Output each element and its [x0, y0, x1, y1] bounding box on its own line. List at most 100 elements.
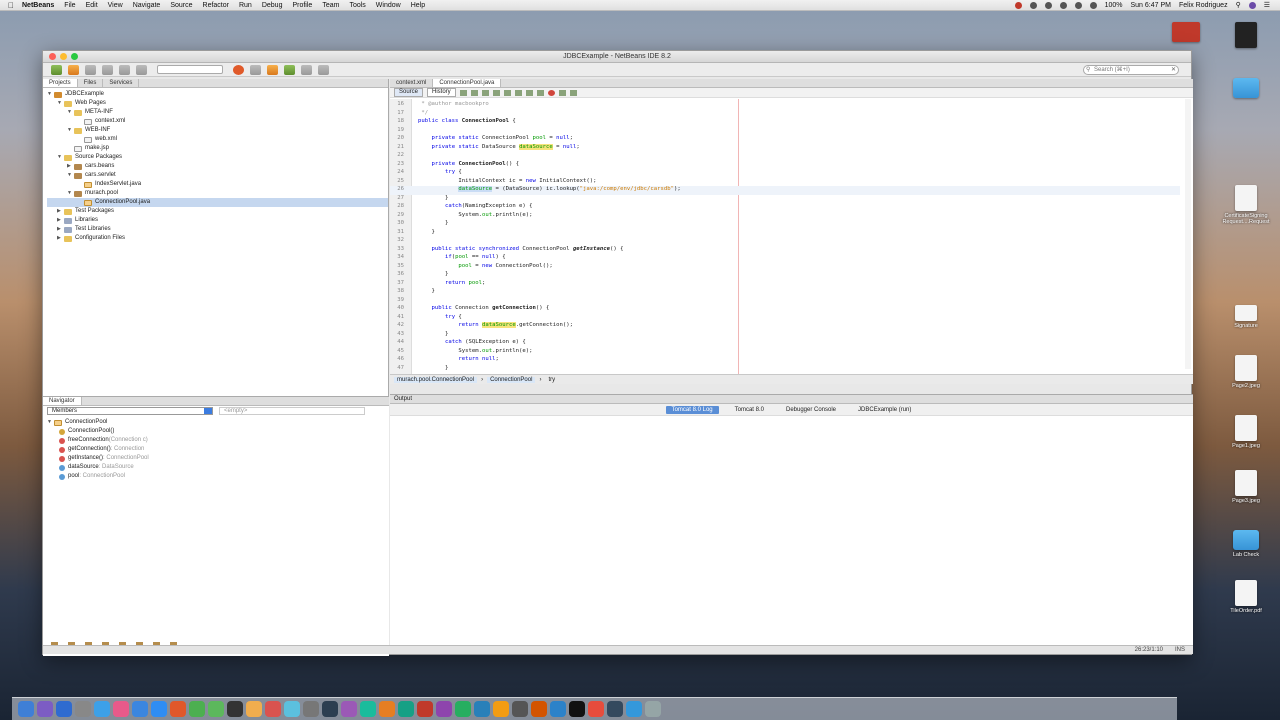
code-line-24[interactable]: 24 try { [390, 169, 1180, 178]
tree-node[interactable]: ▶ cars.beans [47, 162, 388, 171]
bluetooth-icon[interactable] [1059, 1, 1067, 9]
breadcrumb-package[interactable]: murach.pool.ConnectionPool [394, 376, 478, 383]
clear-search-icon[interactable]: ✕ [1171, 66, 1176, 74]
desktop-parallels[interactable] [1160, 22, 1212, 44]
code-line-16[interactable]: 16 * @author macbookpro [390, 101, 1180, 110]
desktop-folder[interactable] [1220, 78, 1272, 100]
tab-debugger-console[interactable]: Debugger Console [780, 406, 842, 414]
code-line-29[interactable]: 29 System.out.println(e); [390, 212, 1180, 221]
tree-node[interactable]: ▼ META-INF [47, 108, 388, 117]
chevron-down-icon[interactable]: ▼ [47, 418, 54, 427]
tree-node[interactable]: ▼ WEB-INF [47, 126, 388, 135]
desktop-file-tileorder[interactable]: TileOrder.pdf [1220, 580, 1272, 614]
app-dock-icon-2[interactable] [455, 701, 471, 717]
minimize-window-button[interactable] [60, 53, 67, 60]
battery-percent[interactable]: 100% [1105, 2, 1123, 9]
output-title[interactable]: Output [394, 396, 412, 402]
launchpad-icon[interactable] [56, 701, 72, 717]
desktop-folder-labcheck[interactable]: Lab Check [1220, 530, 1272, 558]
code-line-36[interactable]: 36 } [390, 271, 1180, 280]
chevron-icon[interactable]: ▼ [57, 99, 64, 108]
netbeans-dock-icon[interactable] [322, 701, 338, 717]
code-area[interactable]: 16 * @author macbookpro 17 */ 18 public c… [390, 99, 1180, 374]
tree-node[interactable]: ▶ Configuration Files [47, 234, 388, 243]
terminal-dock-icon[interactable] [227, 701, 243, 717]
tab-jdbcexample-run[interactable]: JDBCExample (run) [852, 406, 917, 414]
back-icon[interactable] [470, 89, 478, 96]
chevron-icon[interactable]: ▶ [57, 225, 64, 234]
firefox-icon[interactable] [170, 701, 186, 717]
chevron-icon[interactable]: ▶ [57, 234, 64, 243]
find-next-icon[interactable] [514, 89, 522, 96]
notes-icon[interactable] [246, 701, 262, 717]
app-dock-icon-1[interactable] [436, 701, 452, 717]
tree-node[interactable]: IndexServlet.java [47, 180, 388, 189]
pages-icon[interactable] [379, 701, 395, 717]
shift-left-icon[interactable] [558, 89, 566, 96]
code-line-40[interactable]: 40 public Connection getConnection() { [390, 305, 1180, 314]
last-edit-icon[interactable] [459, 89, 467, 96]
parallels-icon[interactable] [1014, 1, 1022, 9]
code-line-38[interactable]: 38 } [390, 288, 1180, 297]
code-line-35[interactable]: 35 pool = new ConnectionPool(); [390, 263, 1180, 272]
tab-tomcat[interactable]: Tomcat 8.0 [729, 406, 770, 414]
menu-profile[interactable]: Profile [292, 2, 312, 9]
breadcrumb-block[interactable]: try [545, 377, 558, 383]
tree-node[interactable]: ▶ Test Libraries [47, 225, 388, 234]
menu-navigate[interactable]: Navigate [133, 2, 161, 9]
tab-services[interactable]: Services [103, 79, 140, 87]
notification-center-icon[interactable]: ☰ [1264, 1, 1270, 9]
system-preferences-icon[interactable] [75, 701, 91, 717]
app-dock-icon-3[interactable] [474, 701, 490, 717]
app-dock-icon-8[interactable] [569, 701, 585, 717]
desktop-terminal[interactable] [1220, 22, 1272, 50]
menu-window[interactable]: Window [376, 2, 401, 9]
code-line-44[interactable]: 44 catch (SQLException e) { [390, 339, 1180, 348]
toggle-bookmark-icon[interactable] [536, 89, 544, 96]
find-previous-icon[interactable] [503, 89, 511, 96]
volume-icon[interactable] [1089, 1, 1097, 9]
numbers-icon[interactable] [398, 701, 414, 717]
code-line-33[interactable]: 33 public static synchronized Connection… [390, 246, 1180, 255]
caret-position[interactable]: 26:23/1:10 [1135, 647, 1163, 653]
chevron-icon[interactable]: ▼ [57, 153, 64, 162]
tab-tomcat-log[interactable]: Tomcat 8.0 Log [665, 405, 719, 414]
code-line-43[interactable]: 43 } [390, 331, 1180, 340]
tree-node[interactable]: make.jsp [47, 144, 388, 153]
tab-navigator[interactable]: Navigator [43, 397, 82, 405]
navigator-member[interactable]: freeConnection (Connection c) [47, 436, 389, 445]
code-line-47[interactable]: 47 } [390, 365, 1180, 374]
parallels-dock-icon[interactable] [417, 701, 433, 717]
code-line-25[interactable]: 25 InitialContext ic = new InitialContex… [390, 178, 1180, 187]
tree-node[interactable]: web.xml [47, 135, 388, 144]
finder-icon[interactable] [18, 701, 34, 717]
navigator-member[interactable]: ConnectionPool() [47, 427, 389, 436]
chrome-icon[interactable] [189, 701, 205, 717]
navigator-member[interactable]: getInstance() : ConnectionPool [47, 454, 389, 463]
forward-icon[interactable] [481, 89, 489, 96]
close-window-button[interactable] [49, 53, 56, 60]
navigator-member[interactable]: dataSource : DataSource [47, 463, 389, 472]
menubar-user[interactable]: Felix Rodriguez [1179, 2, 1228, 9]
chevron-icon[interactable]: ▶ [57, 216, 64, 225]
tree-node[interactable]: ▼ Source Packages [47, 153, 388, 162]
desktop-file-signature[interactable]: Signature [1220, 305, 1272, 329]
menu-run[interactable]: Run [239, 2, 252, 9]
navigator-secondary-select[interactable]: <empty> [219, 407, 365, 415]
wifi-icon[interactable] [1074, 1, 1082, 9]
app-dock-icon-4[interactable] [493, 701, 509, 717]
code-line-21[interactable]: 21 private static DataSource dataSource … [390, 143, 1180, 153]
clean-build-icon[interactable] [267, 64, 278, 75]
tree-node[interactable]: ConnectionPool.java [47, 198, 388, 207]
tree-node[interactable]: ▼ cars.servlet [47, 171, 388, 180]
save-all-icon[interactable] [102, 64, 113, 75]
code-line-39[interactable]: 39 [390, 297, 1180, 306]
menu-edit[interactable]: Edit [86, 2, 98, 9]
tab-files[interactable]: Files [78, 79, 104, 87]
chevron-icon[interactable]: ▼ [67, 108, 74, 117]
code-line-22[interactable]: 22 [390, 152, 1180, 161]
preview-icon[interactable] [341, 701, 357, 717]
configuration-select[interactable] [157, 65, 223, 74]
code-line-37[interactable]: 37 return pool; [390, 280, 1180, 289]
code-line-20[interactable]: 20 private static ConnectionPool pool = … [390, 135, 1180, 144]
